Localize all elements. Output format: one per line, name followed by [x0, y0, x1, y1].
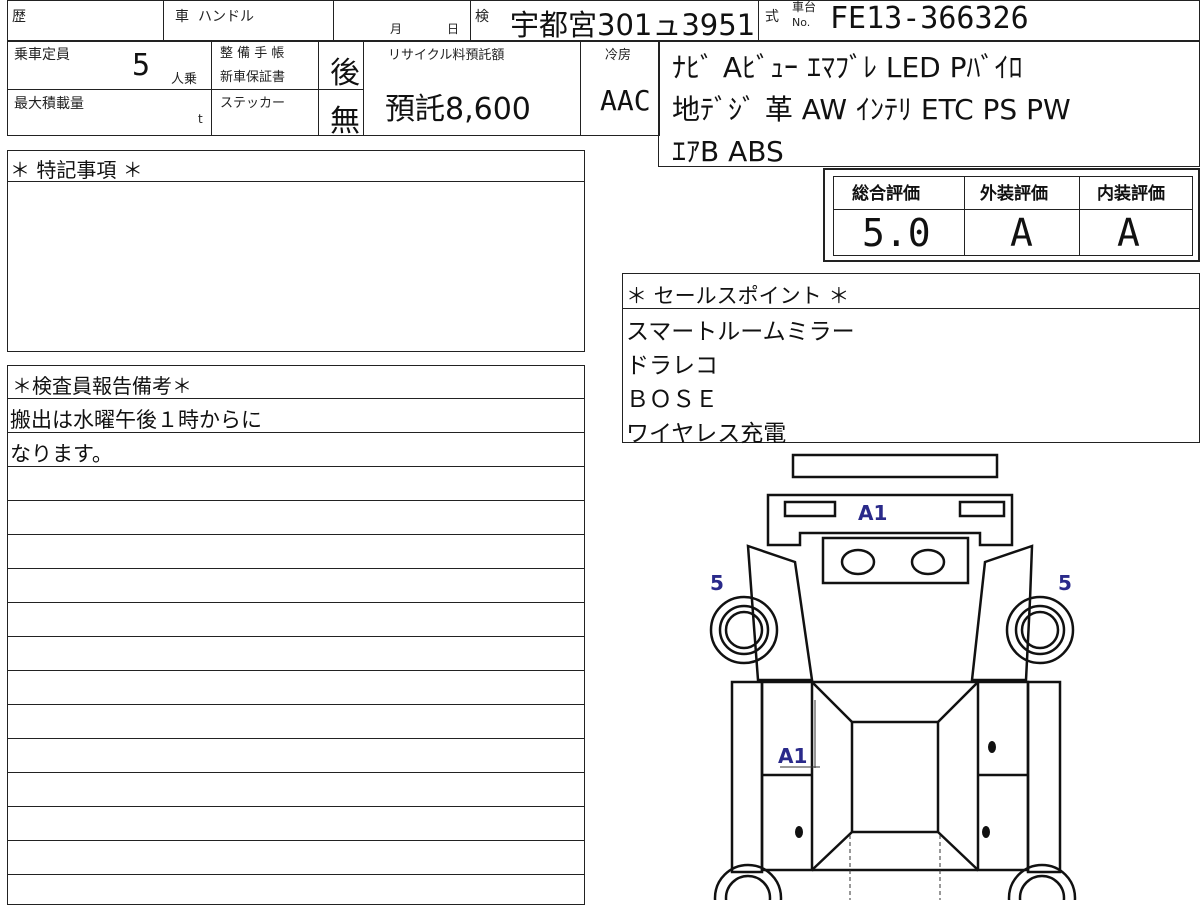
recycle-label: リサイクル料預託額	[388, 48, 505, 63]
right-foglamp	[910, 548, 946, 576]
inspector-notes-title: ＊検査員報告備考＊	[12, 374, 192, 398]
sticker-label: ステッカー	[220, 96, 286, 111]
special-notes-title: ＊ 特記事項 ＊	[10, 158, 143, 182]
interior-rating-value: A	[1117, 211, 1140, 255]
history-label: 歴	[12, 9, 26, 25]
recycle-value: 預託8,600	[385, 92, 531, 127]
left-foglamp	[840, 548, 876, 576]
sales-point-4: ワイヤレス充電	[626, 421, 787, 447]
exterior-rating-label: 外装評価	[980, 184, 1048, 204]
capacity-unit: 人乗	[171, 72, 198, 87]
damage-mark-left-tire: 5	[710, 571, 724, 595]
capacity-label: 乗車定員	[14, 47, 70, 63]
capacity-value: 5	[132, 48, 151, 83]
roof	[850, 720, 940, 834]
right-side-body	[1026, 680, 1062, 874]
inspector-note-line-1: 搬出は水曜午後１時からに	[10, 408, 262, 432]
day-label: 日	[447, 22, 460, 36]
maintenance-label: 整 備 手 帳	[220, 46, 285, 61]
plate-number: 宇都宮301ュ3951	[510, 8, 756, 42]
car-damage-diagram: A1 5 5 A1	[709, 453, 1077, 900]
damage-mark-front: A1	[858, 501, 887, 525]
chassis-number: FE13-366326	[830, 1, 1029, 36]
equipment-line-1: ﾅﾋﾞ Aﾋﾞｭｰ ｴﾏﾌﾞﾚ LED Pﾊﾞｲﾛ	[672, 51, 1023, 84]
max-load-label: 最大積載量	[14, 96, 84, 112]
warranty-label: 新車保証書	[220, 70, 286, 85]
car-label: 車	[175, 9, 189, 25]
damage-mark-left-side: A1	[778, 744, 807, 768]
sales-point-3: ＢＯＳＥ	[626, 387, 718, 413]
inspector-note-line-2: なります。	[10, 442, 113, 466]
chassis-label-top: 車台	[792, 0, 817, 14]
interior-rating-label: 内装評価	[1097, 184, 1165, 204]
right-headlight	[958, 500, 1006, 518]
overall-rating-label: 総合評価	[852, 184, 920, 204]
inspection-label: 検	[475, 9, 489, 25]
left-headlight	[783, 500, 837, 518]
aircon-value: AAC	[600, 84, 651, 117]
damage-mark-right-tire: 5	[1058, 571, 1072, 595]
handle-label: ハンドル	[198, 9, 254, 25]
type-label: 式	[765, 9, 779, 25]
exterior-rating-value: A	[1010, 211, 1033, 255]
max-load-unit: t	[198, 112, 203, 126]
sticker-value: 無	[330, 104, 360, 139]
maintenance-value: 後	[330, 56, 360, 91]
month-label: 月	[390, 22, 403, 36]
door-handle-mark	[982, 826, 990, 838]
overall-rating-value: 5.0	[862, 211, 931, 255]
front-bumper	[791, 453, 999, 479]
chassis-label-bottom: No.	[792, 16, 811, 29]
equipment-line-2: 地ﾃﾞｼﾞ 革 AW ｲﾝﾃﾘ ETC PS PW	[672, 93, 1071, 126]
sales-point-2: ドラレコ	[626, 353, 718, 379]
left-side-body	[730, 680, 764, 874]
aircon-label: 冷房	[605, 48, 632, 63]
door-handle-mark	[988, 741, 996, 753]
equipment-line-3: ｴｱB ABS	[672, 135, 784, 168]
door-handle-mark	[795, 826, 803, 838]
hood	[821, 536, 970, 585]
sales-points-title: ＊ セールスポイント ＊	[626, 284, 850, 308]
sales-point-1: スマートルームミラー	[626, 319, 855, 345]
